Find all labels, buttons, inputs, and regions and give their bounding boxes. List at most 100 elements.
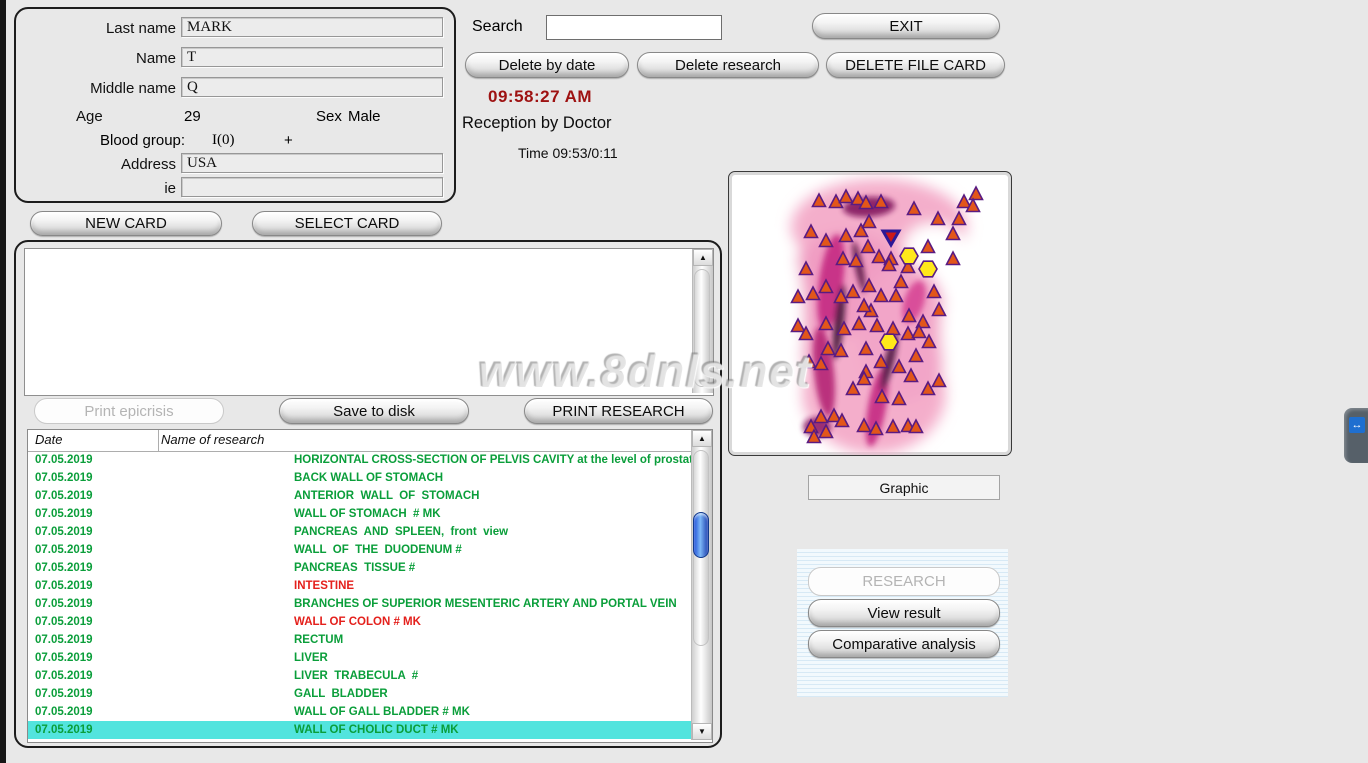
- research-row-date: 07.05.2019: [28, 652, 161, 664]
- research-row[interactable]: 07.05.2019GALL BLADDER: [28, 685, 692, 703]
- research-row[interactable]: 07.05.2019BACK WALL OF STOMACH: [28, 469, 692, 487]
- reception-title: Reception by Doctor: [462, 114, 612, 133]
- research-row-name: WALL OF CHOLIC DUCT # MK: [161, 724, 459, 736]
- delete-file-card-button[interactable]: DELETE FILE CARD: [826, 52, 1005, 78]
- research-button: RESEARCH: [808, 567, 1000, 596]
- research-row-date: 07.05.2019: [28, 670, 161, 682]
- research-row[interactable]: 07.05.2019LIVER: [28, 649, 692, 667]
- scroll-up-icon[interactable]: ▲: [693, 249, 713, 266]
- view-result-button[interactable]: View result: [808, 599, 1000, 627]
- research-row-name: WALL OF STOMACH # MK: [161, 508, 441, 520]
- exit-button[interactable]: EXIT: [812, 13, 1000, 39]
- print-epicrisis-button: Print epicrisis: [34, 398, 224, 424]
- research-row-name: LIVER TRABECULA #: [161, 670, 418, 682]
- research-row-date: 07.05.2019: [28, 580, 161, 592]
- research-row-name: GALL BLADDER: [161, 688, 388, 700]
- research-row-date: 07.05.2019: [28, 634, 161, 646]
- research-row-date: 07.05.2019: [28, 616, 161, 628]
- application-window: Last name Name Middle name Age 29 Sex Ma…: [0, 0, 1368, 763]
- research-row-date: 07.05.2019: [28, 472, 161, 484]
- memo-scroll-thumb[interactable]: [694, 269, 710, 387]
- research-row[interactable]: 07.05.2019PANCREAS AND SPLEEN, front vie…: [28, 523, 692, 541]
- research-row[interactable]: 07.05.2019WALL OF GALL BLADDER # MK: [28, 703, 692, 721]
- research-row[interactable]: 07.05.2019LIVER TRABECULA #: [28, 667, 692, 685]
- research-row-name: INTESTINE: [161, 580, 354, 592]
- research-row-date: 07.05.2019: [28, 688, 161, 700]
- left-edge-strip: [0, 0, 6, 763]
- comparative-analysis-button[interactable]: Comparative analysis: [808, 630, 1000, 658]
- research-row-date: 07.05.2019: [28, 544, 161, 556]
- date-column-header[interactable]: Date: [35, 432, 62, 447]
- research-table-body: 07.05.2019HORIZONTAL CROSS-SECTION OF PE…: [28, 451, 692, 742]
- research-row-date: 07.05.2019: [28, 706, 161, 718]
- age-value: 29: [184, 108, 201, 125]
- table-scrollbar[interactable]: ▲ ▼: [691, 430, 712, 740]
- table-scroll-position[interactable]: [693, 512, 709, 558]
- name-column-header[interactable]: Name of research: [161, 432, 264, 447]
- research-row-name: HORIZONTAL CROSS-SECTION OF PELVIS CAVIT…: [161, 454, 692, 466]
- ie-field[interactable]: [181, 177, 443, 197]
- select-card-button[interactable]: SELECT CARD: [252, 211, 442, 236]
- research-row-date: 07.05.2019: [28, 598, 161, 610]
- research-row[interactable]: 07.05.2019WALL OF THE DUODENUM #: [28, 541, 692, 559]
- delete-research-button[interactable]: Delete research: [637, 52, 819, 78]
- research-row-date: 07.05.2019: [28, 454, 161, 466]
- research-row[interactable]: 07.05.2019ANTERIOR WALL OF STOMACH: [28, 487, 692, 505]
- age-label: Age: [76, 108, 122, 125]
- research-row-name: WALL OF COLON # MK: [161, 616, 421, 628]
- research-row[interactable]: 07.05.2019WALL OF CHOLIC DUCT # MK: [28, 721, 692, 739]
- research-panel: ▲ Print epicrisis Save to disk PRINT RES…: [14, 240, 722, 748]
- research-row[interactable]: 07.05.2019PANCREAS TISSUE #: [28, 559, 692, 577]
- research-row-name: PANCREAS TISSUE #: [161, 562, 415, 574]
- research-row-date: 07.05.2019: [28, 526, 161, 538]
- column-divider[interactable]: [158, 430, 159, 451]
- patient-card-panel: Last name Name Middle name Age 29 Sex Ma…: [14, 7, 456, 203]
- search-input[interactable]: [546, 15, 722, 40]
- address-field[interactable]: [181, 153, 443, 173]
- address-label: Address: [16, 156, 176, 173]
- ie-label: ie: [16, 180, 176, 197]
- memo-scrollbar[interactable]: ▲: [692, 249, 713, 393]
- research-row-name: RECTUM: [161, 634, 343, 646]
- delete-by-date-button[interactable]: Delete by date: [465, 52, 629, 78]
- research-row[interactable]: 07.05.2019HORIZONTAL CROSS-SECTION OF PE…: [28, 451, 692, 469]
- double-arrow-icon: ↔: [1349, 417, 1365, 433]
- research-row-date: 07.05.2019: [28, 562, 161, 574]
- histology-image-panel[interactable]: [728, 171, 1012, 456]
- teamviewer-icon[interactable]: ↔: [1344, 408, 1368, 463]
- research-row-date: 07.05.2019: [28, 490, 161, 502]
- research-row[interactable]: 07.05.2019WALL OF STOMACH # MK: [28, 505, 692, 523]
- sex-value: Male: [348, 108, 381, 125]
- research-row-name: WALL OF GALL BLADDER # MK: [161, 706, 470, 718]
- research-row-name: PANCREAS AND SPLEEN, front view: [161, 526, 508, 538]
- new-card-button[interactable]: NEW CARD: [30, 211, 222, 236]
- session-time: Time 09:53/0:11: [518, 145, 618, 161]
- research-row[interactable]: 07.05.2019RECTUM: [28, 631, 692, 649]
- scroll-up-icon[interactable]: ▲: [692, 430, 712, 447]
- histology-image: [729, 172, 1011, 455]
- last-name-field[interactable]: [181, 17, 443, 37]
- research-row[interactable]: 07.05.2019BRANCHES OF SUPERIOR MESENTERI…: [28, 595, 692, 613]
- epicrisis-memo[interactable]: ▲: [24, 248, 714, 396]
- research-row[interactable]: 07.05.2019INTESTINE: [28, 577, 692, 595]
- search-label: Search: [472, 18, 523, 36]
- research-row-name: BACK WALL OF STOMACH: [161, 472, 443, 484]
- rh-factor-value: +: [284, 132, 293, 149]
- research-row-date: 07.05.2019: [28, 724, 161, 736]
- table-header: Date Name of research: [28, 430, 692, 452]
- scroll-down-icon[interactable]: ▼: [692, 723, 712, 740]
- research-row-date: 07.05.2019: [28, 508, 161, 520]
- print-research-button[interactable]: PRINT RESEARCH: [524, 398, 713, 424]
- clock: 09:58:27 AM: [488, 87, 592, 107]
- research-row[interactable]: 07.05.2019WALL OF COLON # MK: [28, 613, 692, 631]
- blood-group-value: I(0): [212, 132, 235, 149]
- research-row-name: BRANCHES OF SUPERIOR MESENTERIC ARTERY A…: [161, 598, 677, 610]
- name-field[interactable]: [181, 47, 443, 67]
- last-name-label: Last name: [16, 20, 176, 37]
- sex-label: Sex: [316, 108, 342, 125]
- middle-name-label: Middle name: [16, 80, 176, 97]
- middle-name-field[interactable]: [181, 77, 443, 97]
- save-to-disk-button[interactable]: Save to disk: [279, 398, 469, 424]
- graphic-button[interactable]: Graphic: [808, 475, 1000, 500]
- research-row-name: WALL OF THE DUODENUM #: [161, 544, 462, 556]
